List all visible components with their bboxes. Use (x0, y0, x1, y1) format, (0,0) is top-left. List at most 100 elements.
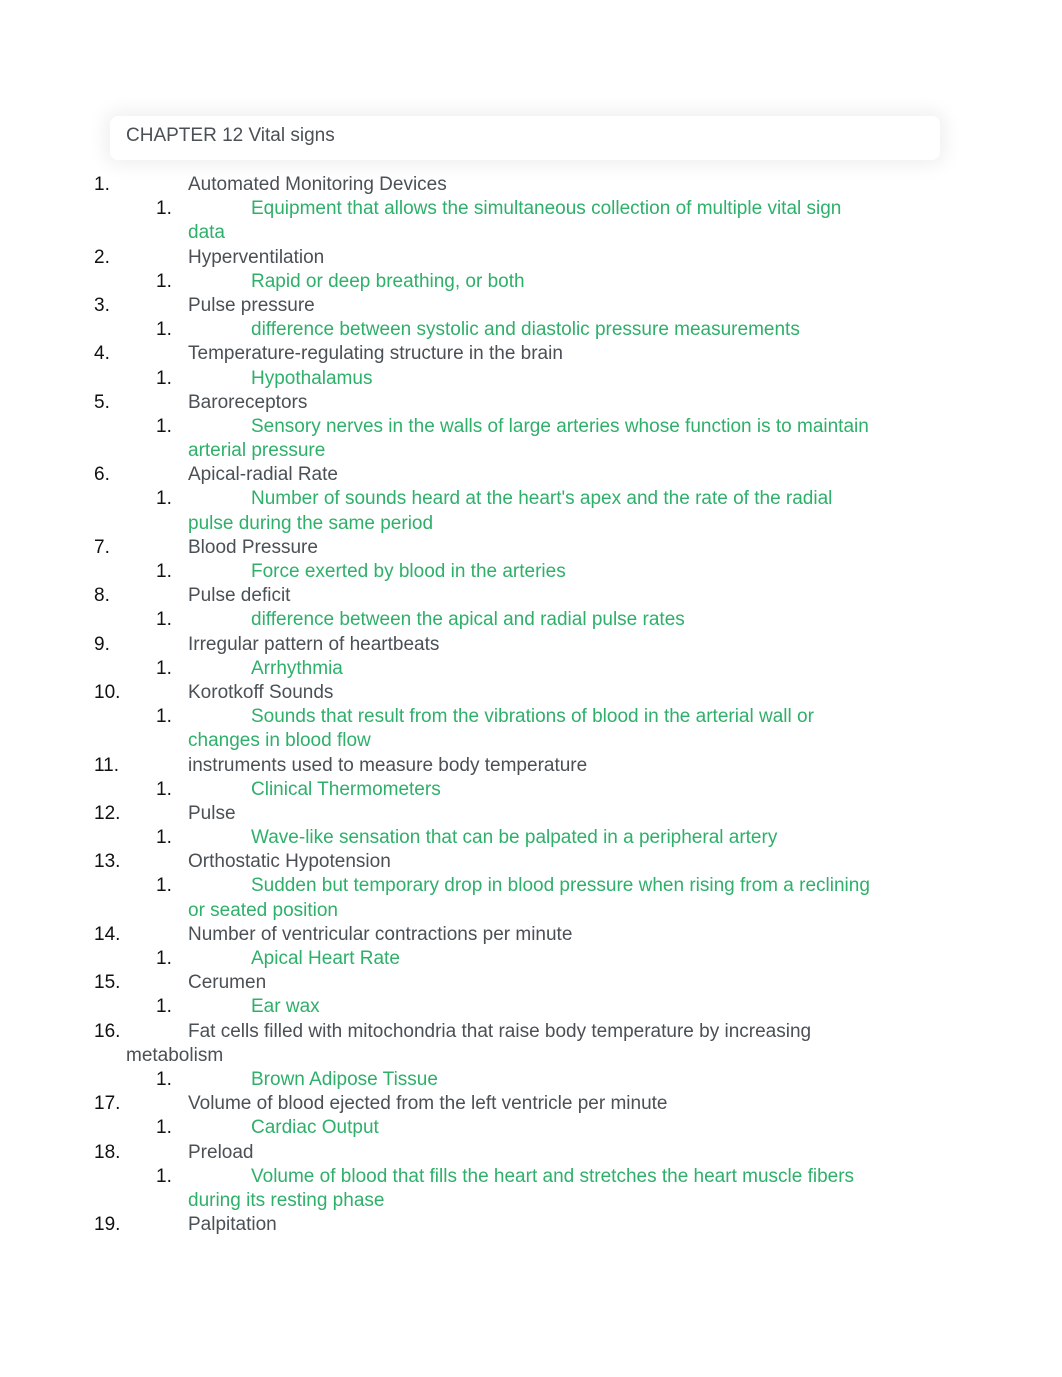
definition-line: arterial pressure (0, 439, 1062, 463)
definition-line: 1. Ear wax (0, 995, 1062, 1019)
definition-text: Clinical Thermometers (251, 778, 441, 800)
term-text: Orthostatic Hypotension (188, 851, 391, 873)
term-text: Preload (188, 1141, 254, 1163)
term-text: Korotkoff Sounds (188, 681, 334, 703)
sub-item-number: 1. (156, 1165, 172, 1187)
definition-text: Sudden but temporary drop in blood press… (251, 875, 870, 897)
sub-item-number: 1. (156, 657, 172, 679)
list-item: 2. Hyperventilation 1. Rapid or deep breath… (0, 246, 1062, 294)
term-text: Pulse pressure (188, 294, 315, 316)
definition-text: Volume of blood that fills the heart and… (251, 1165, 855, 1187)
definition-text: changes in blood flow (188, 730, 371, 752)
item-number: 15. (94, 972, 121, 994)
list-item: 4. Temperature-regulating structure in th… (0, 342, 1062, 390)
term-text: Apical-radial Rate (188, 464, 338, 486)
list-item: 3. Pulse pressure 1. difference between sys… (0, 294, 1062, 342)
definition-line: 1. Sensory nerves in the walls of large a… (0, 415, 1062, 439)
definition-text: arterial pressure (188, 440, 326, 462)
term-line: 10. Korotkoff Sounds (0, 681, 1062, 705)
term-text: Fat cells filled with mitochondria that … (188, 1020, 812, 1042)
definition-text: Wave-like sensation that can be palpated… (251, 827, 778, 849)
term-line: 12. Pulse (0, 802, 1062, 826)
definition-text: Force exerted by blood in the arteries (251, 561, 566, 582)
sub-item-number: 1. (156, 875, 172, 897)
item-number: 9. (94, 633, 110, 655)
chapter-title: CHAPTER 12 Vital signs (126, 125, 335, 146)
term-line: 14. Number of ventricular contractions pe… (0, 923, 1062, 947)
item-number: 6. (94, 464, 110, 486)
term-line: 3. Pulse pressure (0, 294, 1062, 318)
sub-item-number: 1. (156, 948, 172, 969)
sub-item-number: 1. (156, 415, 172, 437)
definition-line: 1. Brown Adipose Tissue (0, 1068, 1062, 1092)
list-item: 19. Palpitation (0, 1213, 1062, 1237)
sub-item-number: 1. (156, 827, 172, 849)
definition-line: 1. Arrhythmia (0, 657, 1062, 681)
item-number: 11. (94, 754, 120, 776)
definition-text: Apical Heart Rate (251, 948, 400, 969)
sub-item-number: 1. (156, 778, 172, 800)
term-text: metabolism (126, 1044, 224, 1066)
item-number: 2. (94, 246, 110, 268)
sub-item-number: 1. (156, 1068, 172, 1090)
list-item: 9. Irregular pattern of heartbeats 1. Arrhy… (0, 633, 1062, 681)
term-list: 1. Automated Monitoring Devices 1. Equipmen… (0, 173, 1062, 1237)
definition-text: Equipment that allows the simultaneous c… (251, 198, 842, 220)
term-line: 4. Temperature-regulating structure in th… (0, 342, 1062, 366)
term-line: 15. Cerumen (0, 971, 1062, 995)
definition-text: difference between the apical and radial… (251, 609, 685, 631)
term-line: 17. Volume of blood ejected from the left… (0, 1092, 1062, 1116)
item-number: 3. (94, 294, 110, 316)
list-item: 13. Orthostatic Hypotension 1. Sudden but t… (0, 850, 1062, 923)
list-item: 18. Preload 1. Volume of blood that fills t… (0, 1141, 1062, 1214)
list-item: 8. Pulse deficit 1. difference between the … (0, 584, 1062, 632)
item-number: 17. (94, 1093, 121, 1115)
term-text: instruments used to measure body tempera… (188, 754, 588, 776)
term-line: metabolism (0, 1044, 1062, 1068)
definition-text: Hypothalamus (251, 367, 373, 389)
definition-text: Sensory nerves in the walls of large art… (251, 415, 869, 437)
item-number: 7. (94, 536, 110, 558)
term-text: Pulse (188, 802, 236, 824)
list-item: 1. Automated Monitoring Devices 1. Equipmen… (0, 173, 1062, 246)
list-item: 6. Apical-radial Rate 1. Number of sounds h… (0, 463, 1062, 536)
definition-text: Cardiac Output (251, 1117, 379, 1139)
definition-text: Ear wax (251, 996, 320, 1018)
definition-line: 1. Sounds that result from the vibrations… (0, 705, 1062, 729)
definition-line: 1. Equipment that allows the simultaneous… (0, 197, 1062, 221)
term-line: 5. Baroreceptors (0, 391, 1062, 415)
item-number: 5. (94, 391, 110, 413)
sub-item-number: 1. (156, 270, 172, 292)
term-text: Temperature-regulating structure in the … (188, 343, 563, 365)
list-item: 15. Cerumen 1. Ear wax (0, 971, 1062, 1019)
list-item: 16. Fat cells filled with mitochondria th… (0, 1020, 1062, 1093)
definition-line: 1. difference between the apical and radi… (0, 608, 1062, 632)
term-line: 9. Irregular pattern of heartbeats (0, 633, 1062, 657)
item-number: 4. (94, 343, 110, 365)
sub-item-number: 1. (156, 319, 172, 341)
definition-line: during its resting phase (0, 1189, 1062, 1213)
term-text: Hyperventilation (188, 246, 325, 268)
definition-line: 1. Cardiac Output (0, 1116, 1062, 1140)
term-text: Palpitation (188, 1214, 277, 1236)
sub-item-number: 1. (156, 996, 172, 1018)
definition-line: or seated position (0, 899, 1062, 923)
definition-text: Rapid or deep breathing, or both (251, 270, 525, 292)
item-number: 13. (94, 851, 121, 873)
item-number: 10. (94, 681, 121, 703)
sub-item-number: 1. (156, 706, 172, 728)
definition-line: 1. Force exerted by blood in the arteries (0, 560, 1062, 584)
sub-item-number: 1. (156, 367, 172, 389)
term-text: Volume of blood ejected from the left ve… (188, 1093, 668, 1115)
list-item: 17. Volume of blood ejected from the left… (0, 1092, 1062, 1140)
term-text: Baroreceptors (188, 391, 308, 413)
item-number: 18. (94, 1141, 121, 1163)
item-number: 12. (94, 802, 121, 824)
item-number: 19. (94, 1214, 121, 1236)
item-number: 14. (94, 923, 121, 945)
sub-item-number: 1. (156, 609, 172, 631)
term-text: Number of ventricular contractions per m… (188, 923, 573, 945)
term-text: Blood Pressure (188, 536, 318, 558)
definition-text: Arrhythmia (251, 657, 343, 679)
definition-line: 1. Wave-like sensation that can be palpat… (0, 826, 1062, 850)
